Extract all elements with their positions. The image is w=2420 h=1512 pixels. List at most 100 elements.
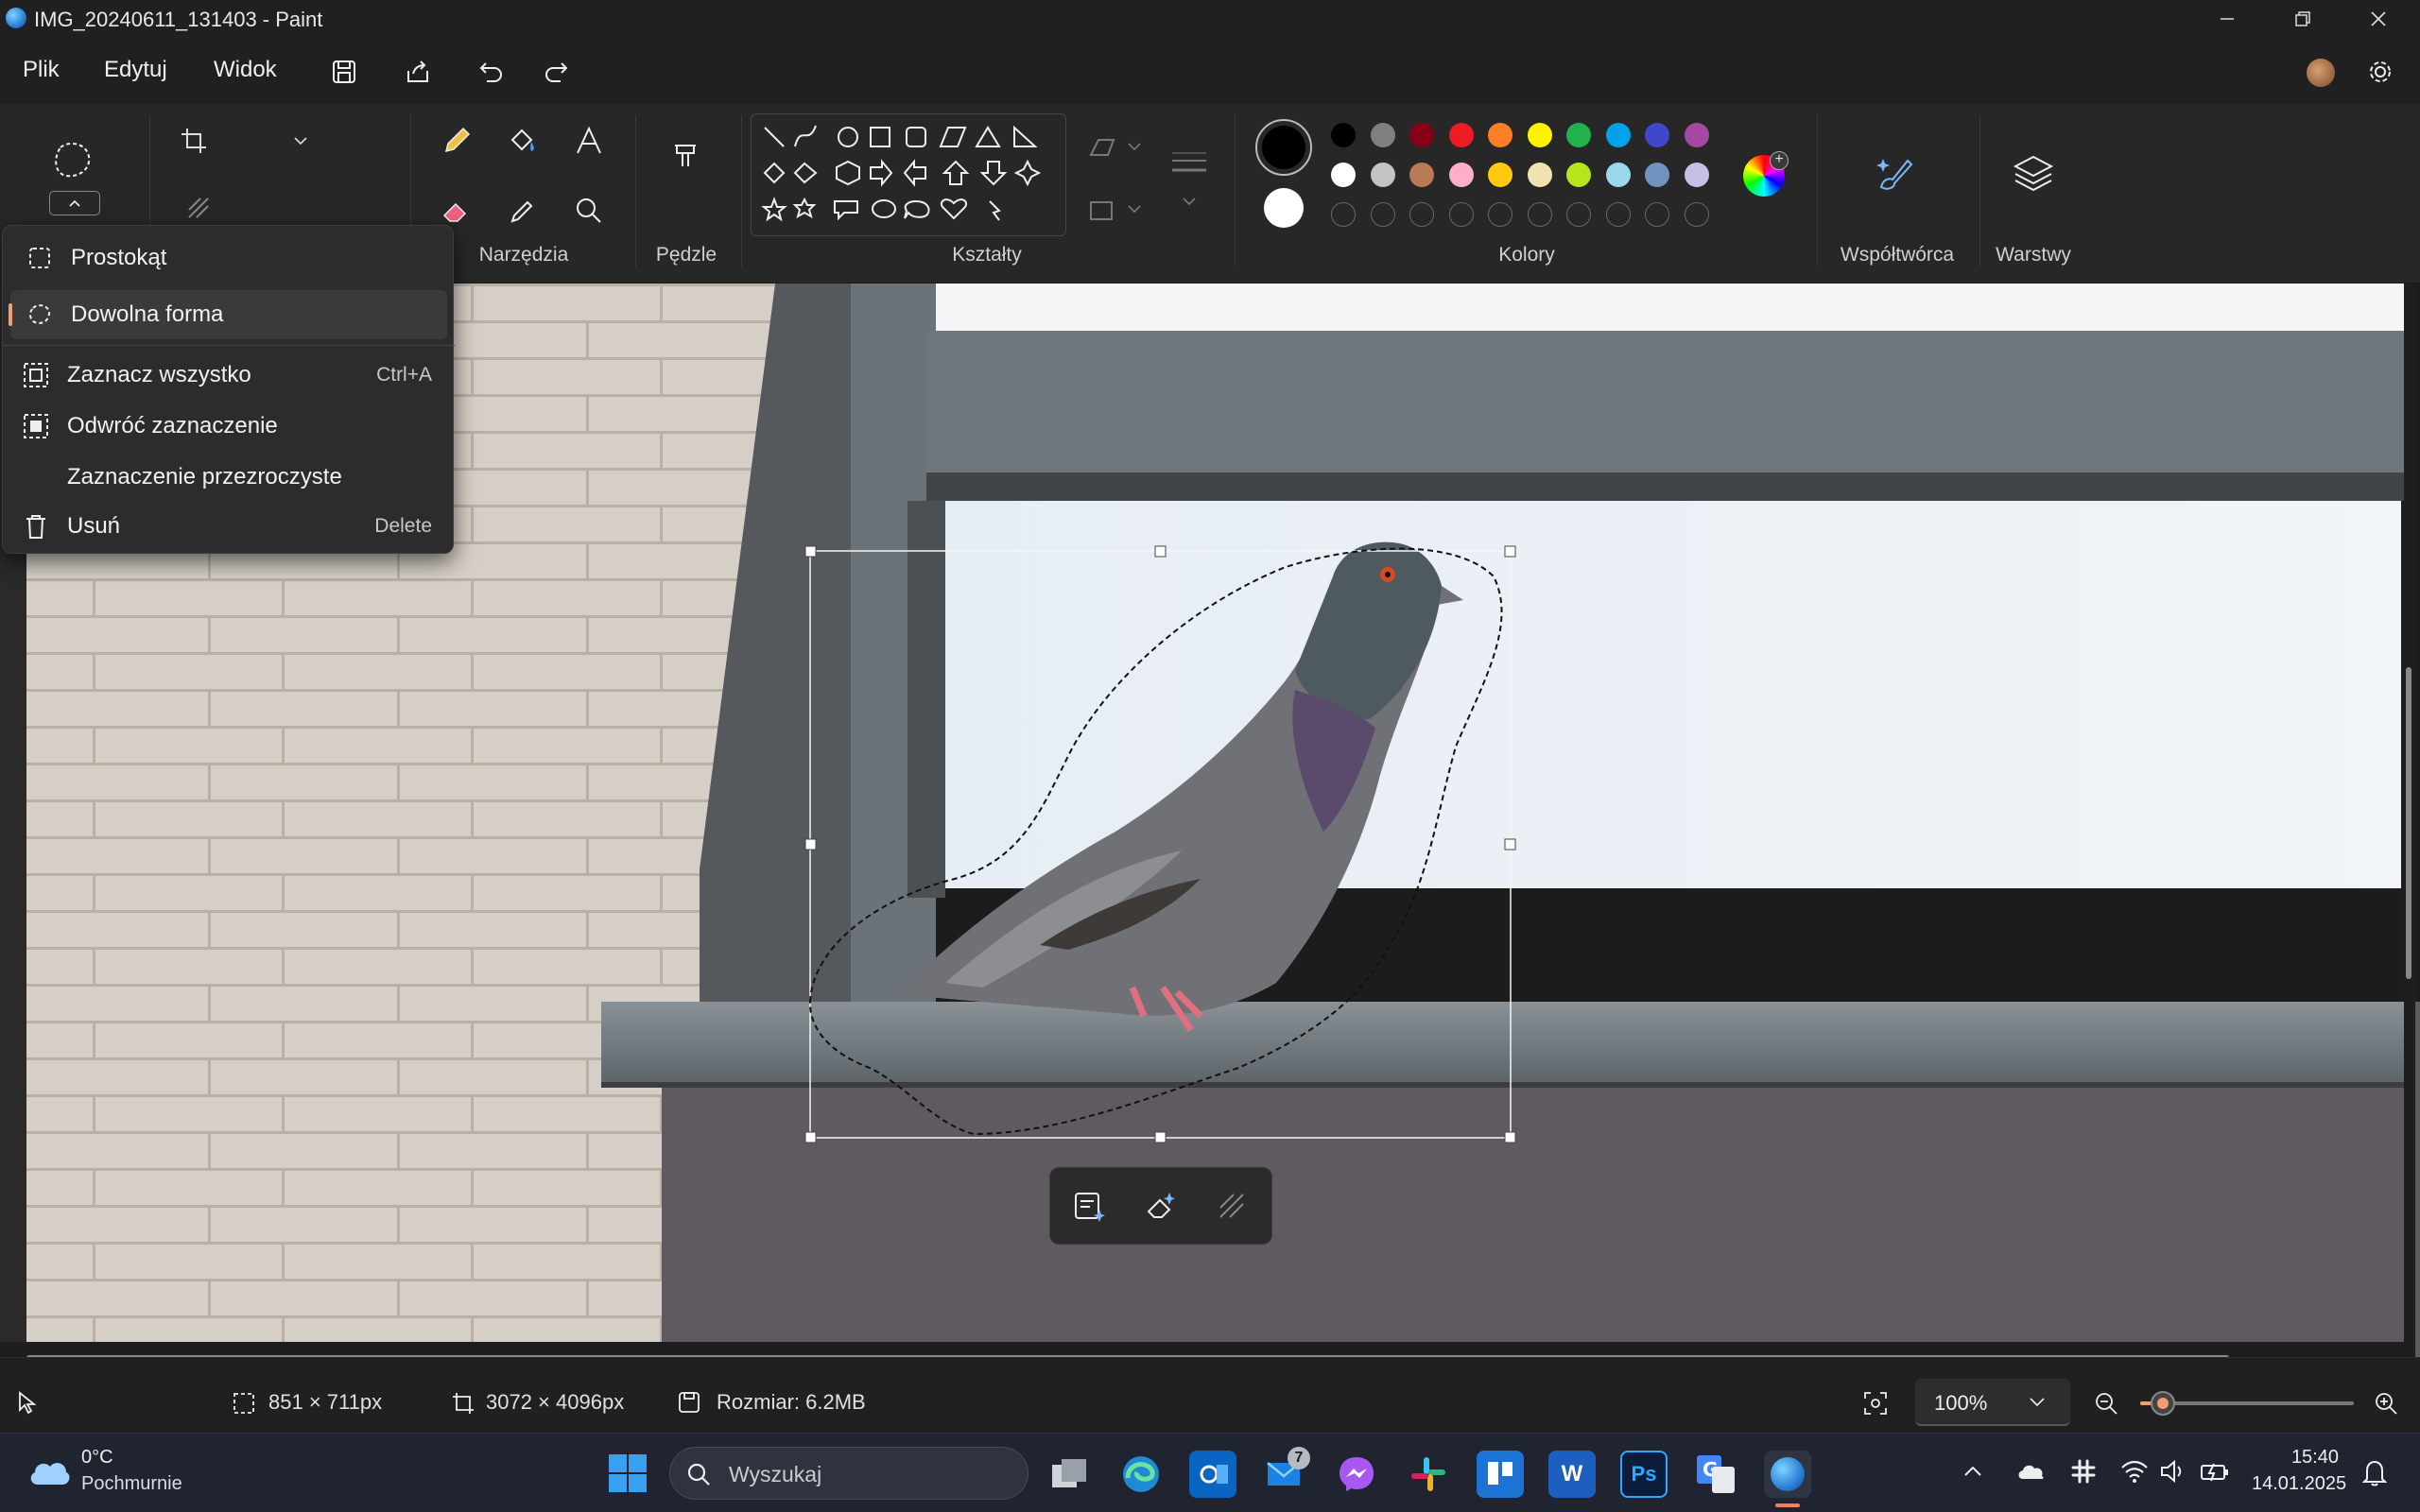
color-swatch[interactable] — [1488, 163, 1512, 187]
redo-button[interactable] — [535, 51, 577, 93]
color-swatch[interactable] — [1331, 202, 1356, 227]
rotate-dropdown[interactable] — [293, 134, 308, 151]
color-swatch[interactable] — [1448, 123, 1474, 147]
crop-button[interactable] — [180, 127, 208, 160]
save-button[interactable] — [323, 51, 365, 93]
messenger-button[interactable] — [1333, 1451, 1380, 1498]
color-swatch[interactable] — [1370, 123, 1395, 147]
onedrive-icon[interactable] — [2015, 1460, 2046, 1487]
menu-view[interactable]: Widok — [214, 57, 277, 83]
text-button[interactable] — [573, 125, 605, 162]
selection-tool-button[interactable] — [49, 138, 96, 190]
tray-overflow-button[interactable] — [1962, 1464, 1983, 1484]
trello-button[interactable] — [1477, 1451, 1524, 1498]
undo-button[interactable] — [471, 51, 512, 93]
settings-button[interactable] — [2360, 51, 2401, 93]
minimize-button[interactable] — [2189, 0, 2265, 38]
window-title: IMG_20240611_131403 - Paint — [34, 8, 323, 31]
color-swatch[interactable] — [1409, 123, 1434, 147]
zoom-select[interactable]: 100% — [1915, 1379, 2070, 1426]
outline-button[interactable] — [1087, 132, 1144, 169]
layers-button[interactable] — [2012, 151, 2055, 199]
selection-dropdown-toggle[interactable] — [49, 191, 100, 215]
generative-erase-button[interactable] — [1143, 1189, 1179, 1229]
stroke-size-button[interactable] — [1168, 146, 1210, 220]
zoom-slider-thumb[interactable] — [2151, 1391, 2176, 1416]
menu-item-select-all[interactable]: Zaznacz wszystko Ctrl+A — [10, 351, 447, 400]
shape-fill-button[interactable] — [1087, 195, 1144, 232]
magnifier-button[interactable] — [573, 195, 605, 232]
photoshop-button[interactable]: Ps — [1620, 1451, 1668, 1498]
menu-item-transparent-selection[interactable]: Zaznaczenie przezroczyste — [10, 453, 447, 502]
menu-file[interactable]: Plik — [23, 57, 60, 83]
color-swatch[interactable] — [1409, 202, 1434, 227]
color-swatch[interactable] — [1605, 163, 1631, 187]
color-swatch[interactable] — [1684, 202, 1709, 227]
color-swatch[interactable] — [1605, 123, 1631, 147]
secondary-color-swatch[interactable] — [1264, 188, 1304, 228]
color-swatch[interactable] — [1684, 123, 1709, 147]
color-picker-button[interactable] — [507, 195, 539, 232]
color-swatch[interactable] — [1645, 202, 1669, 227]
color-swatch[interactable] — [1605, 202, 1631, 227]
color-swatch[interactable] — [1566, 123, 1591, 147]
weather-widget[interactable] — [26, 1452, 72, 1495]
color-swatch[interactable] — [1331, 123, 1356, 147]
primary-color-button[interactable] — [1255, 119, 1312, 176]
color-swatch[interactable] — [1488, 123, 1512, 147]
color-swatch[interactable] — [1566, 163, 1591, 187]
notifications-button[interactable] — [2361, 1458, 2388, 1491]
color-swatch[interactable] — [1370, 202, 1395, 227]
remove-background-floating-button[interactable] — [1215, 1189, 1251, 1229]
remove-background-button[interactable] — [185, 195, 212, 226]
color-swatch[interactable] — [1409, 163, 1434, 187]
close-button[interactable] — [2341, 0, 2416, 38]
word-button[interactable]: W — [1548, 1451, 1596, 1498]
volume-icon[interactable] — [2159, 1458, 2187, 1489]
selected-indicator — [9, 303, 12, 326]
generative-fill-button[interactable] — [1071, 1189, 1107, 1229]
zoom-in-button[interactable] — [2373, 1390, 2399, 1421]
slack-tray-icon[interactable] — [2070, 1458, 2097, 1489]
color-swatch[interactable] — [1370, 163, 1395, 187]
color-swatch[interactable] — [1527, 202, 1552, 227]
taskbar-search[interactable]: Wyszukaj — [669, 1447, 1028, 1500]
color-swatch[interactable] — [1331, 163, 1356, 187]
paint-taskbar-button[interactable] — [1764, 1451, 1811, 1498]
zoom-slider-track[interactable] — [2140, 1391, 2354, 1416]
task-view-button[interactable] — [1046, 1451, 1093, 1498]
slack-button[interactable] — [1405, 1451, 1452, 1498]
battery-icon[interactable] — [2199, 1458, 2231, 1489]
color-swatch[interactable] — [1645, 123, 1669, 147]
translate-button[interactable]: G — [1692, 1451, 1739, 1498]
user-avatar[interactable] — [2307, 59, 2335, 87]
outlook-button[interactable] — [1189, 1451, 1236, 1498]
fit-to-window-button[interactable] — [1862, 1390, 1889, 1421]
wifi-icon[interactable] — [2119, 1458, 2150, 1489]
menu-item-rectangle[interactable]: Prostokąt — [10, 233, 447, 283]
color-swatch[interactable] — [1448, 202, 1474, 227]
edge-icon — [1123, 1456, 1159, 1492]
pencil-button[interactable] — [441, 125, 473, 162]
color-swatch[interactable] — [1527, 123, 1552, 147]
color-swatch[interactable] — [1527, 163, 1552, 187]
menu-item-invert-selection[interactable]: Odwróć zaznaczenie — [10, 402, 447, 451]
menu-item-freeform[interactable]: Dowolna forma — [9, 290, 447, 339]
brushes-button[interactable] — [667, 138, 703, 179]
edit-colors-button[interactable]: + — [1743, 151, 1789, 197]
restore-button[interactable] — [2265, 0, 2341, 38]
fill-button[interactable] — [507, 125, 539, 162]
color-swatch[interactable] — [1684, 163, 1709, 187]
color-swatch[interactable] — [1566, 202, 1591, 227]
share-button[interactable] — [397, 51, 439, 93]
color-swatch[interactable] — [1448, 163, 1474, 187]
copilot-button[interactable] — [1874, 151, 1917, 199]
zoom-out-button[interactable] — [2093, 1390, 2119, 1421]
menu-edit[interactable]: Edytuj — [104, 57, 167, 83]
shapes-gallery[interactable] — [751, 113, 1066, 236]
color-swatch[interactable] — [1488, 202, 1512, 227]
color-swatch[interactable] — [1645, 163, 1669, 187]
menu-item-delete[interactable]: Usuń Delete — [10, 502, 447, 551]
edge-button[interactable] — [1117, 1451, 1165, 1498]
start-button[interactable] — [607, 1452, 648, 1499]
